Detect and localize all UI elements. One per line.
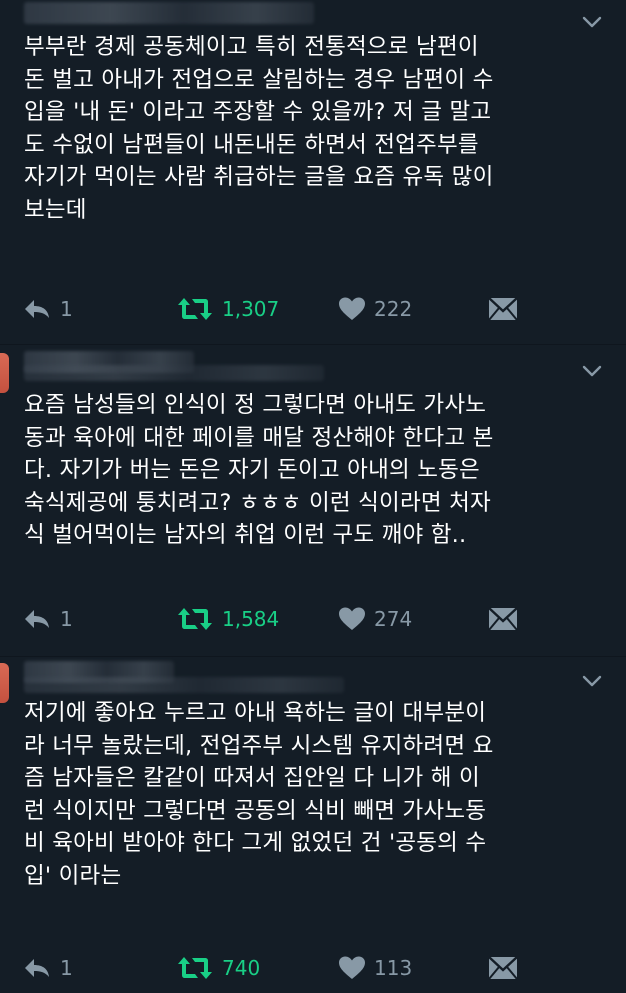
reply-button[interactable]: 1 xyxy=(22,951,73,985)
chevron-down-icon[interactable] xyxy=(578,667,606,695)
avatar[interactable] xyxy=(0,353,9,393)
retweet-button[interactable]: 1,584 xyxy=(176,602,279,636)
retweet-count: 1,307 xyxy=(222,297,280,321)
tweet-2[interactable]: 요즘 남성들의 인식이 정 그렇다면 아내도 가사노 동과 육아에 대한 페이를… xyxy=(0,345,626,657)
tweet-text: 요즘 남성들의 인식이 정 그렇다면 아내도 가사노 동과 육아에 대한 페이를… xyxy=(24,392,494,548)
author-name-blurred xyxy=(24,2,314,24)
chevron-down-icon[interactable] xyxy=(578,357,606,385)
heart-icon xyxy=(338,955,366,981)
tweet-actions: 1 1,307 222 xyxy=(0,292,626,326)
retweet-icon xyxy=(176,296,214,322)
retweet-icon xyxy=(176,955,214,981)
reply-count: 1 xyxy=(60,956,73,980)
tweet-text: 부부란 경제 공동체이고 특히 전통적으로 남편이 돈 벌고 아내가 전업으로 … xyxy=(24,34,494,223)
tweet-actions: 1 740 113 xyxy=(0,951,626,985)
like-button[interactable]: 113 xyxy=(338,951,412,985)
heart-icon xyxy=(338,606,366,632)
reply-count: 1 xyxy=(60,297,73,321)
avatar[interactable] xyxy=(0,663,9,703)
retweet-button[interactable]: 1,307 xyxy=(176,292,279,326)
retweet-count: 740 xyxy=(222,956,261,980)
reply-button[interactable]: 1 xyxy=(22,292,73,326)
like-count: 274 xyxy=(374,607,413,631)
reply-count: 1 xyxy=(60,607,73,631)
retweet-count: 1,584 xyxy=(222,607,280,631)
like-count: 113 xyxy=(374,956,413,980)
reply-icon xyxy=(22,956,52,980)
reply-button[interactable]: 1 xyxy=(22,602,73,636)
like-button[interactable]: 274 xyxy=(338,602,412,636)
author-handle-blurred xyxy=(24,365,324,381)
tweet-actions: 1 1,584 274 xyxy=(0,602,626,636)
reply-icon xyxy=(22,607,52,631)
author-handle-blurred xyxy=(24,677,344,693)
direct-message-button[interactable] xyxy=(488,292,518,326)
direct-message-button[interactable] xyxy=(488,602,518,636)
tweet-1[interactable]: 부부란 경제 공동체이고 특히 전통적으로 남편이 돈 벌고 아내가 전업으로 … xyxy=(0,0,626,345)
direct-message-button[interactable] xyxy=(488,951,518,985)
like-button[interactable]: 222 xyxy=(338,292,412,326)
retweet-button[interactable]: 740 xyxy=(176,951,260,985)
envelope-icon xyxy=(488,297,518,321)
retweet-icon xyxy=(176,606,214,632)
tweet-text: 저기에 좋아요 누르고 아내 욕하는 글이 대부분이 라 너무 놀랐는데, 전업… xyxy=(24,700,494,889)
reply-icon xyxy=(22,297,52,321)
envelope-icon xyxy=(488,956,518,980)
heart-icon xyxy=(338,296,366,322)
envelope-icon xyxy=(488,607,518,631)
tweet-3[interactable]: 저기에 좋아요 누르고 아내 욕하는 글이 대부분이 라 너무 놀랐는데, 전업… xyxy=(0,657,626,993)
like-count: 222 xyxy=(374,297,413,321)
